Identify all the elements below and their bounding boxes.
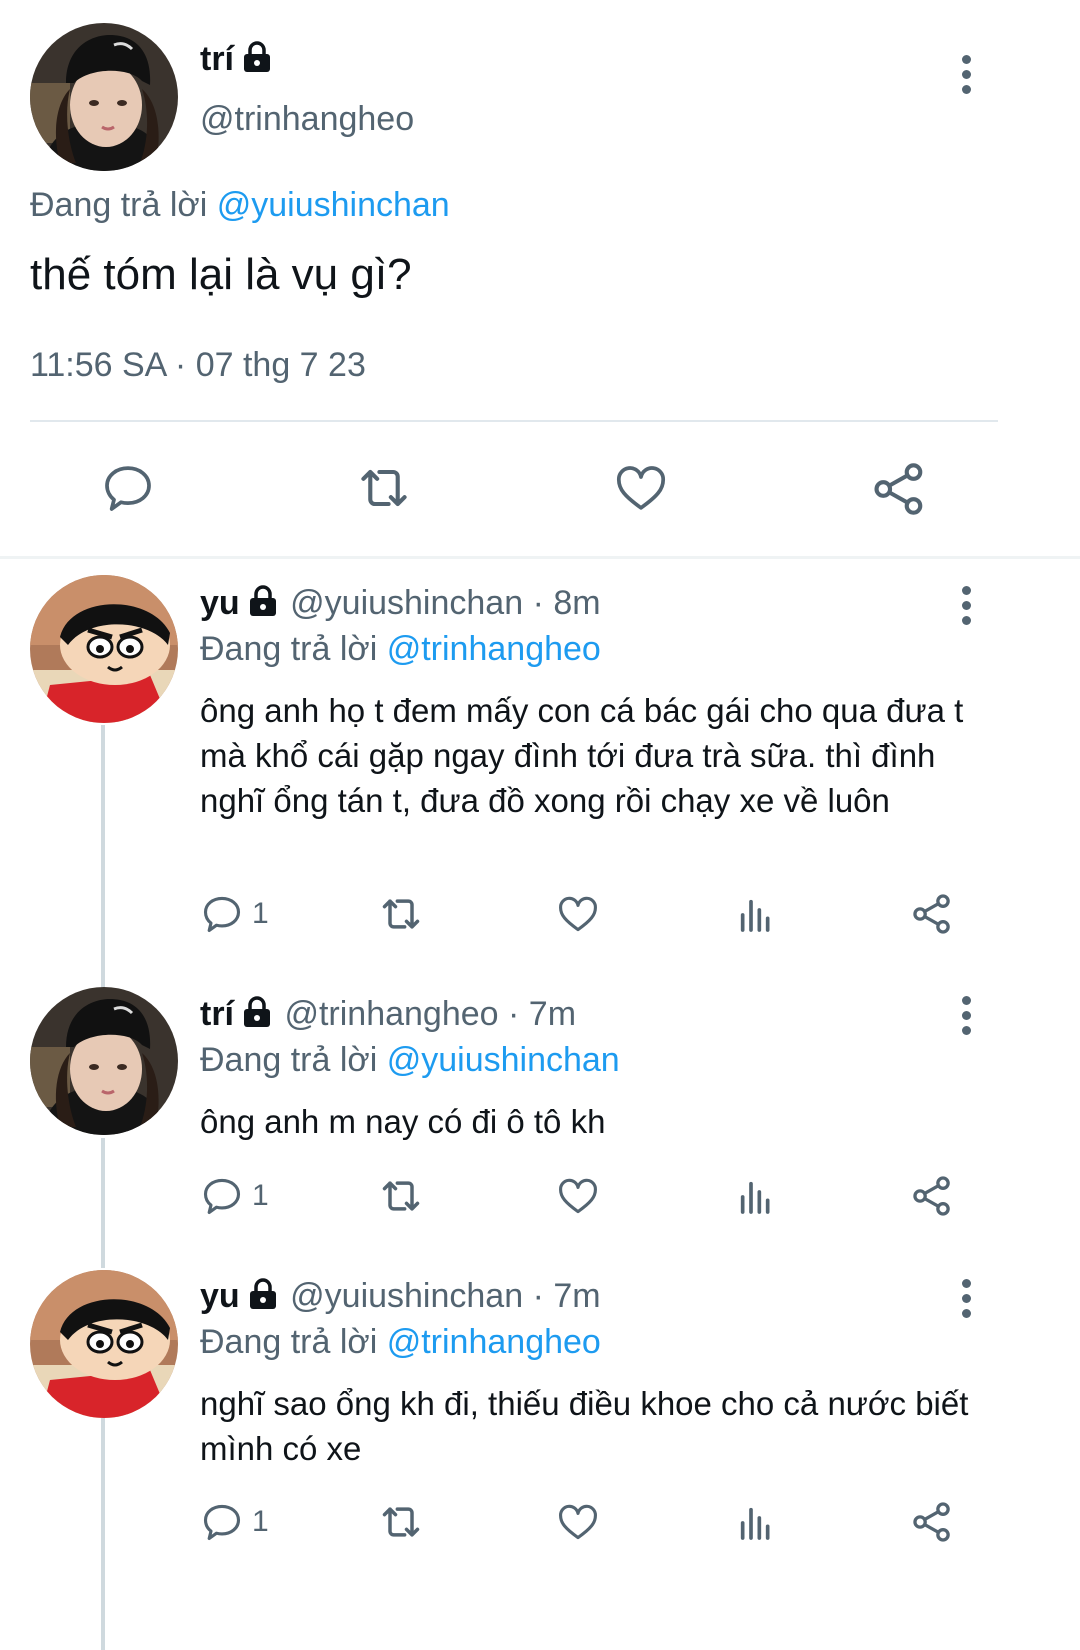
reply-count: 1 <box>252 1505 269 1538</box>
divider <box>30 420 998 422</box>
heart-icon <box>559 896 597 932</box>
reply-action-bar: 1 <box>200 1174 980 1224</box>
reply-icon <box>105 466 151 511</box>
reply-button[interactable]: 1 <box>200 1174 269 1218</box>
replying-to-prefix: Đang trả lời <box>30 186 208 224</box>
retweet-button[interactable] <box>375 1174 427 1223</box>
reply-action-bar: 1 <box>200 892 980 942</box>
reply-button[interactable]: 1 <box>200 892 269 936</box>
lock-icon <box>248 585 278 622</box>
like-button[interactable] <box>555 1500 601 1549</box>
avatar-tri[interactable] <box>30 987 178 1135</box>
views-button[interactable] <box>736 894 776 941</box>
main-author-name[interactable]: trí <box>200 40 272 82</box>
replying-to: Đang trả lời @yuiushinchan <box>30 186 450 225</box>
replying-to: Đang trả lời @trinhangheo <box>200 630 601 669</box>
share-icon <box>913 1502 950 1542</box>
replying-to-prefix: Đang trả lời <box>200 1041 378 1079</box>
more-vertical-icon <box>958 996 974 1035</box>
share-button[interactable] <box>910 1174 954 1223</box>
author-handle-time[interactable]: @trinhangheo · 7m <box>284 995 576 1033</box>
reply-button[interactable] <box>100 460 156 521</box>
lock-icon <box>242 41 272 82</box>
heart-icon <box>616 466 666 510</box>
author-name[interactable]: yu <box>200 1277 240 1315</box>
thread-line <box>101 725 105 1010</box>
share-icon <box>913 894 950 934</box>
replying-to-mention[interactable]: @trinhangheo <box>387 1323 601 1361</box>
share-button[interactable] <box>870 460 928 523</box>
share-icon <box>874 463 923 515</box>
views-icon <box>740 1507 770 1540</box>
retweet-button[interactable] <box>375 1500 427 1549</box>
reply-text: nghĩ sao ổng kh đi, thiếu điều khoe cho … <box>200 1385 969 1467</box>
like-button[interactable] <box>555 892 601 941</box>
more-options-button[interactable] <box>958 996 974 1041</box>
views-icon <box>740 899 770 932</box>
avatar-yu[interactable] <box>30 575 178 723</box>
reply-button[interactable]: 1 <box>200 1500 269 1544</box>
author-handle-time[interactable]: @yuiushinchan · 8m <box>290 584 600 622</box>
heart-icon <box>559 1178 597 1214</box>
replying-to-prefix: Đang trả lời <box>200 630 378 668</box>
share-icon <box>913 1176 950 1216</box>
views-button[interactable] <box>736 1176 776 1223</box>
replying-to: Đang trả lời @trinhangheo <box>200 1323 601 1362</box>
reply-header: trí @trinhangheo · 7m <box>200 995 576 1034</box>
heart-icon <box>559 1504 597 1540</box>
replying-to-prefix: Đang trả lời <box>200 1323 378 1361</box>
author-name[interactable]: trí <box>200 995 234 1033</box>
like-button[interactable] <box>612 460 670 521</box>
reply-icon <box>203 896 241 933</box>
avatar-tri[interactable] <box>30 23 178 171</box>
section-divider <box>0 556 1080 559</box>
more-options-button[interactable] <box>958 55 974 100</box>
author-name[interactable]: yu <box>200 584 240 622</box>
reply-count: 1 <box>252 897 269 930</box>
replying-to-mention[interactable]: @yuiushinchan <box>217 186 450 224</box>
main-tweet-timestamp[interactable]: 11:56 SA · 07 thg 7 23 <box>30 346 366 385</box>
views-button[interactable] <box>736 1502 776 1549</box>
lock-icon <box>248 1278 278 1315</box>
more-options-button[interactable] <box>958 1279 974 1324</box>
retweet-icon <box>361 469 407 507</box>
more-options-button[interactable] <box>958 586 974 631</box>
replying-to: Đang trả lời @yuiushinchan <box>200 1041 620 1080</box>
author-name-text: trí <box>200 40 234 78</box>
like-button[interactable] <box>555 1174 601 1223</box>
main-tweet-text: thế tóm lại là vụ gì? <box>30 250 412 299</box>
share-button[interactable] <box>910 1500 954 1549</box>
reply-text: ông anh m nay có đi ô tô kh <box>200 1103 606 1140</box>
retweet-button[interactable] <box>375 892 427 941</box>
reply-text: ông anh họ t đem mấy con cá bác gái cho … <box>200 692 964 819</box>
share-button[interactable] <box>910 892 954 941</box>
reply-count: 1 <box>252 1179 269 1212</box>
replying-to-mention[interactable]: @yuiushinchan <box>387 1041 620 1079</box>
reply-header: yu @yuiushinchan · 7m <box>200 1277 601 1316</box>
replying-to-mention[interactable]: @trinhangheo <box>387 630 601 668</box>
more-vertical-icon <box>958 586 974 625</box>
views-icon <box>740 1181 770 1214</box>
thread-line <box>101 1418 105 1650</box>
reply-icon <box>203 1504 241 1541</box>
main-author-handle[interactable]: @trinhangheo <box>200 100 414 139</box>
retweet-button[interactable] <box>352 460 416 521</box>
reply-header: yu @yuiushinchan · 8m <box>200 584 601 623</box>
lock-icon <box>242 996 272 1033</box>
reply-action-bar: 1 <box>200 1500 980 1550</box>
retweet-icon <box>382 1181 420 1211</box>
more-vertical-icon <box>958 55 974 94</box>
more-vertical-icon <box>958 1279 974 1318</box>
retweet-icon <box>382 1507 420 1537</box>
retweet-icon <box>382 899 420 929</box>
author-handle-time[interactable]: @yuiushinchan · 7m <box>290 1277 600 1315</box>
thread-line <box>101 1138 105 1268</box>
avatar-yu[interactable] <box>30 1270 178 1418</box>
reply-icon <box>203 1178 241 1215</box>
